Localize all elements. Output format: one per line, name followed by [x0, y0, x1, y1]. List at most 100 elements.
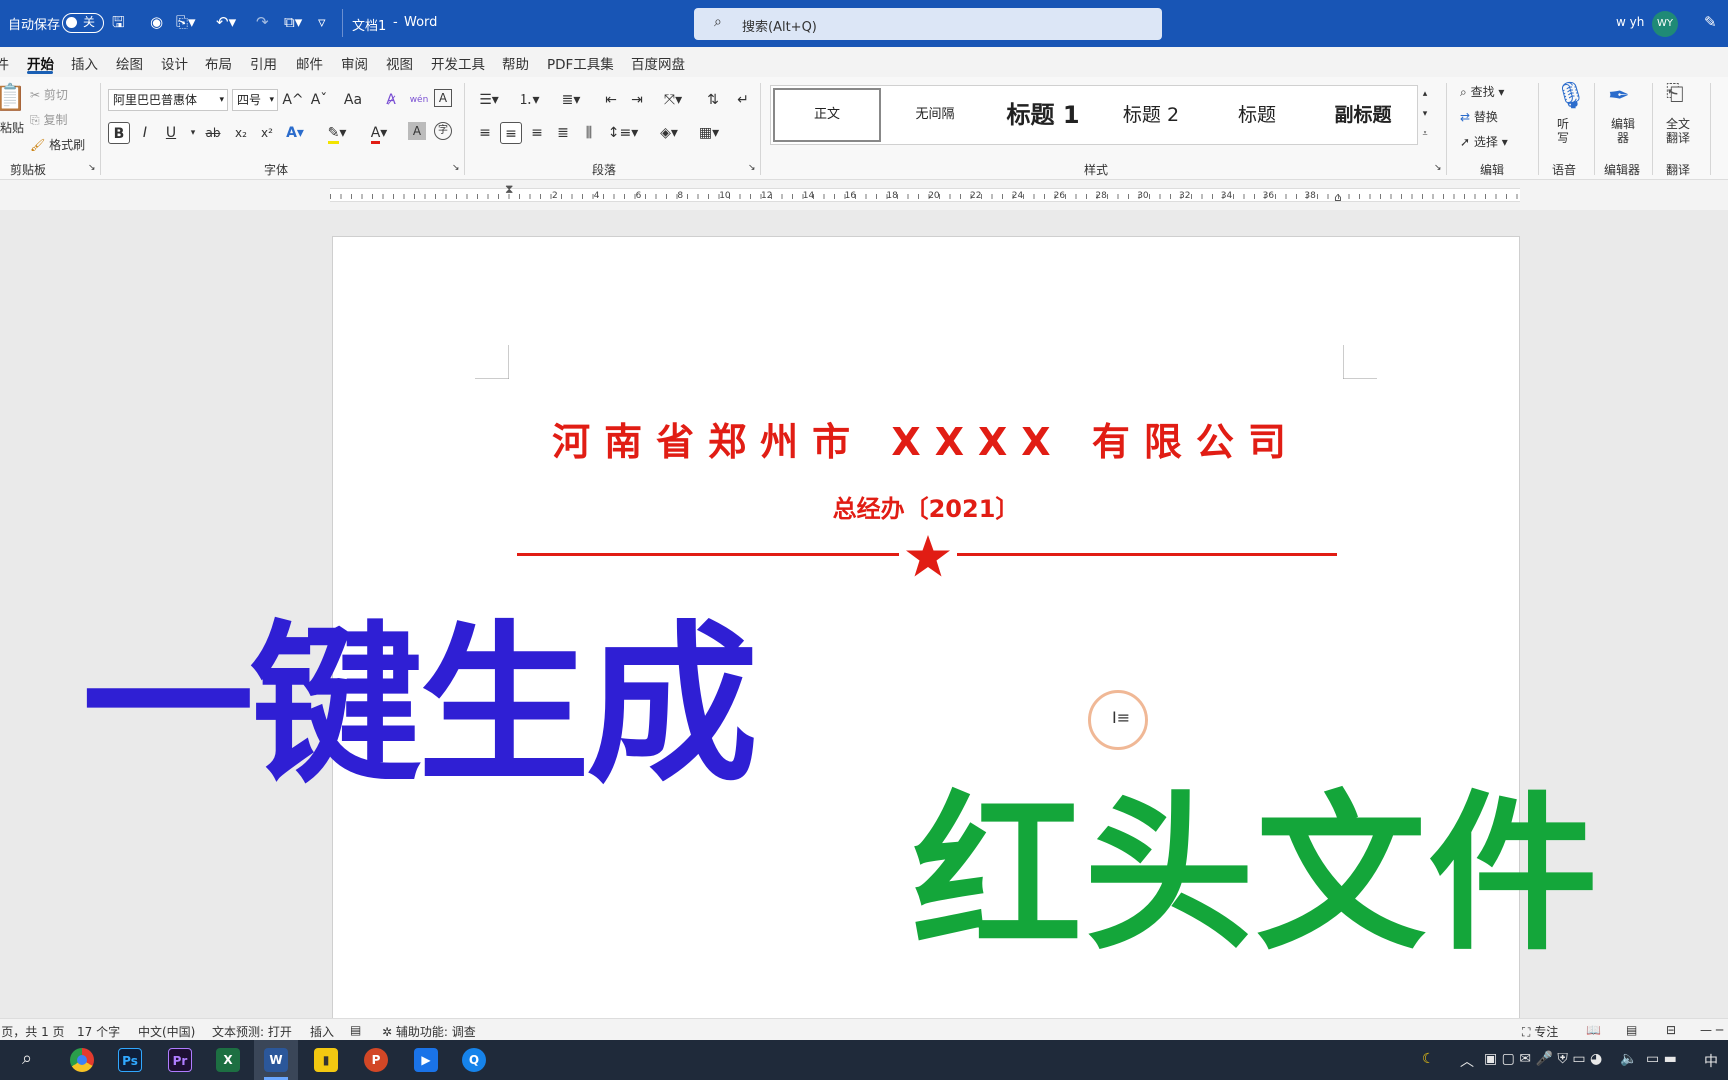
- gallery-more-icon[interactable]: ⩡: [1418, 123, 1432, 145]
- undo-icon[interactable]: ↶▾: [216, 12, 236, 32]
- bullets-icon[interactable]: ☰▾: [474, 89, 504, 111]
- powerpoint-icon[interactable]: P: [364, 1048, 388, 1072]
- redo-icon[interactable]: ↷: [256, 12, 269, 32]
- tab-insert[interactable]: 插入: [71, 53, 98, 73]
- format-painter-button[interactable]: 🖌 格式刷: [30, 136, 85, 153]
- tab-help[interactable]: 帮助: [502, 53, 529, 73]
- tab-file[interactable]: 文件: [0, 53, 9, 73]
- qq-browser-icon[interactable]: Q: [462, 1048, 486, 1072]
- search-icon[interactable]: ⌕: [22, 1048, 32, 1069]
- macro-record-icon[interactable]: ▤: [350, 1023, 361, 1037]
- format-icon[interactable]: ⎘▾: [176, 12, 196, 32]
- char-border-button[interactable]: A: [434, 89, 452, 107]
- text-prediction-status[interactable]: 文本预测: 打开: [212, 1023, 292, 1040]
- web-layout-icon[interactable]: ⊟: [1666, 1023, 1676, 1037]
- paragraph-launcher-icon[interactable]: ↘: [748, 163, 756, 173]
- excel-icon[interactable]: X: [216, 1048, 240, 1072]
- clipboard-launcher-icon[interactable]: ↘: [88, 163, 96, 173]
- page-count[interactable]: 第 1 页，共 1 页: [0, 1023, 65, 1040]
- shading-icon[interactable]: ◈▾: [654, 122, 684, 144]
- styles-launcher-icon[interactable]: ↘: [1434, 163, 1442, 173]
- style-heading-2[interactable]: 标题 2: [1097, 86, 1205, 144]
- document-title[interactable]: 河南省郑州市 XXXX 有限公司: [333, 411, 1519, 466]
- font-name-select[interactable]: 阿里巴巴普惠体 ▾: [108, 89, 228, 111]
- text-effects-icon[interactable]: A▾: [284, 122, 306, 144]
- print-layout-icon[interactable]: ▤: [1626, 1023, 1637, 1037]
- share-circle-icon[interactable]: ◉: [150, 12, 163, 32]
- tab-developer[interactable]: 开发工具: [431, 53, 485, 73]
- photoshop-icon[interactable]: Ps: [118, 1048, 142, 1072]
- phonetic-guide-button[interactable]: wén: [408, 89, 430, 111]
- change-case-button[interactable]: Aa: [338, 89, 368, 111]
- select-button[interactable]: ➚ 选择 ▾: [1460, 133, 1508, 150]
- translate-icon[interactable]: ⎗: [1666, 81, 1684, 106]
- touch-mode-icon[interactable]: ⧉▾: [284, 12, 302, 32]
- word-icon[interactable]: W: [264, 1048, 288, 1072]
- moon-icon[interactable]: ☾: [1422, 1051, 1435, 1067]
- save-icon[interactable]: 🖫: [112, 12, 125, 32]
- cut-button[interactable]: ✂ 剪切: [30, 86, 68, 103]
- grow-font-button[interactable]: A^: [282, 89, 304, 111]
- font-size-select[interactable]: 四号 ▾: [232, 89, 278, 111]
- char-shading-icon[interactable]: A: [408, 122, 426, 140]
- tab-review[interactable]: 审阅: [341, 53, 368, 73]
- tab-design[interactable]: 设计: [161, 53, 188, 73]
- premiere-icon[interactable]: Pr: [168, 1048, 192, 1072]
- pen-icon[interactable]: ✎: [1704, 12, 1717, 32]
- bold-button[interactable]: B: [108, 122, 130, 144]
- enclose-char-button[interactable]: 字: [434, 122, 452, 140]
- align-center-icon[interactable]: ≡: [500, 122, 522, 144]
- tab-pdf-tools[interactable]: PDF工具集: [547, 53, 614, 73]
- document-number[interactable]: 总经办〔2021〕: [333, 489, 1519, 524]
- tab-mailings[interactable]: 邮件: [296, 53, 323, 73]
- font-color-icon[interactable]: A▾: [368, 122, 390, 144]
- insert-mode-status[interactable]: 插入: [310, 1023, 334, 1040]
- microphone-icon[interactable]: 🎙: [1554, 81, 1587, 111]
- style-title[interactable]: 标题: [1203, 86, 1311, 144]
- italic-button[interactable]: I: [134, 122, 156, 144]
- highlight-icon[interactable]: ✎▾: [326, 122, 348, 144]
- tab-home[interactable]: 开始: [27, 53, 54, 73]
- style-no-spacing[interactable]: 无间隔: [881, 86, 989, 144]
- paste-label[interactable]: 粘贴: [0, 119, 24, 136]
- numbering-icon[interactable]: ⒈▾: [514, 89, 544, 111]
- language-status[interactable]: 中文(中国): [138, 1023, 195, 1040]
- style-heading-1[interactable]: 标题 1: [989, 86, 1097, 144]
- superscript-button[interactable]: x²: [256, 122, 278, 144]
- style-subtitle[interactable]: 副标题: [1309, 86, 1417, 144]
- word-count[interactable]: 17 个字: [77, 1023, 120, 1040]
- clear-format-icon[interactable]: A̷: [380, 89, 402, 111]
- font-launcher-icon[interactable]: ↘: [452, 163, 460, 173]
- tab-draw[interactable]: 绘图: [116, 53, 143, 73]
- style-normal[interactable]: 正文: [773, 88, 881, 142]
- replace-button[interactable]: ⇄ 替换: [1460, 108, 1498, 125]
- zoom-slider[interactable]: — ─: [1700, 1023, 1723, 1037]
- indent-marker-icon[interactable]: ⧗: [505, 182, 513, 197]
- multilevel-list-icon[interactable]: ≣▾: [556, 89, 586, 111]
- underline-button[interactable]: U: [160, 122, 182, 144]
- editor-button-label[interactable]: 编辑器: [1610, 117, 1636, 145]
- gallery-down-icon[interactable]: ▾: [1418, 103, 1432, 125]
- align-right-icon[interactable]: ≡: [526, 122, 548, 144]
- avatar[interactable]: WY: [1652, 11, 1678, 37]
- volume-icon[interactable]: 🔈: [1620, 1051, 1637, 1067]
- focus-mode-button[interactable]: ⛶ 专注: [1522, 1023, 1558, 1040]
- network-icon[interactable]: ▭ ▬: [1646, 1051, 1677, 1067]
- tray-apps-icon[interactable]: ▣ ▢ ✉ 🎤 ⛨ ▭ ◕: [1484, 1051, 1602, 1067]
- subscript-button[interactable]: x₂: [230, 122, 252, 144]
- tab-baidu-netdisk[interactable]: 百度网盘: [631, 53, 685, 73]
- right-indent-icon[interactable]: ⌂: [1334, 190, 1342, 204]
- increase-indent-icon[interactable]: ⇥: [626, 89, 648, 111]
- asian-layout-icon[interactable]: ⤧▾: [656, 89, 690, 111]
- chevron-down-icon[interactable]: ▾: [182, 122, 204, 144]
- decrease-indent-icon[interactable]: ⇤: [600, 89, 622, 111]
- chrome-icon[interactable]: [70, 1048, 94, 1072]
- gallery-up-icon[interactable]: ▴: [1418, 83, 1432, 105]
- distributed-icon[interactable]: ⫼: [578, 122, 600, 144]
- strikethrough-button[interactable]: ab: [202, 122, 224, 144]
- find-button[interactable]: ⌕ 查找 ▾: [1460, 83, 1504, 100]
- read-mode-icon[interactable]: 📖: [1586, 1023, 1601, 1037]
- tab-view[interactable]: 视图: [386, 53, 413, 73]
- tab-references[interactable]: 引用: [250, 53, 277, 73]
- paste-icon[interactable]: 📋: [0, 83, 26, 113]
